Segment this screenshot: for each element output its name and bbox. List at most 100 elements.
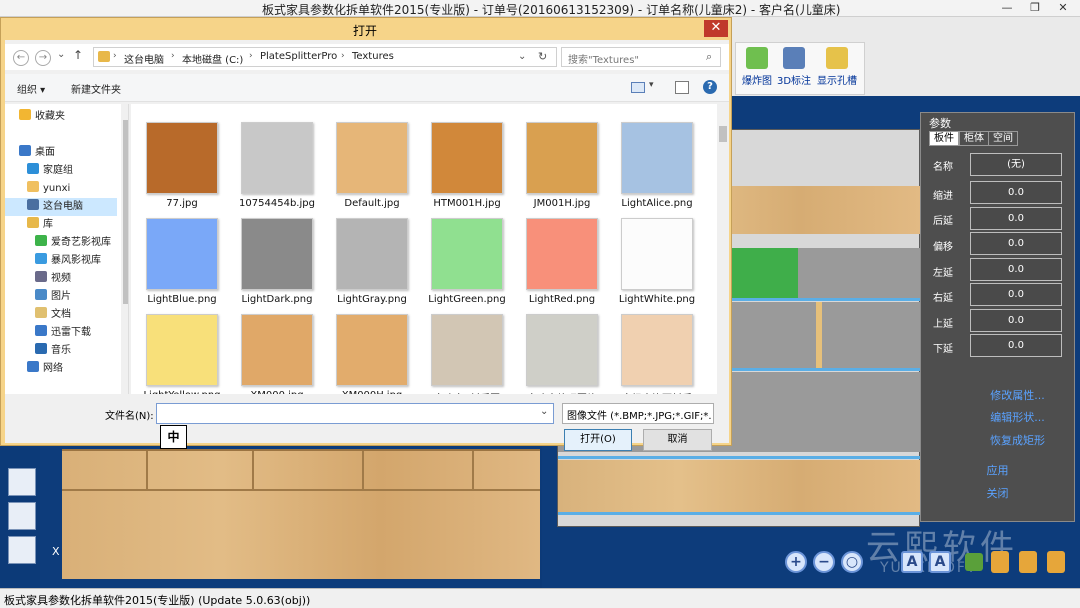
file-item[interactable]: JM001H.jpg <box>517 122 607 209</box>
param-field-left[interactable]: 0.0 <box>970 258 1062 281</box>
organize-button[interactable]: 组织 ▾ <box>17 81 45 96</box>
file-item[interactable]: LightGreen.png <box>422 218 512 305</box>
address-bar[interactable]: › 这台电脑 › 本地磁盘 (C:) › PlateSplitterPro › … <box>93 47 557 67</box>
explode-view-button[interactable]: 爆炸图 <box>740 47 774 87</box>
crumb-this-pc[interactable]: 这台电脑 <box>124 51 164 66</box>
file-item[interactable]: LightWhite.png <box>612 218 702 305</box>
show-holes-button[interactable]: 显示孔槽 <box>814 47 860 87</box>
file-item[interactable]: 77.jpg <box>137 122 227 209</box>
unlock-icon[interactable] <box>1047 551 1065 573</box>
nav-item-pictures[interactable]: 图片 <box>35 288 128 306</box>
nav-scroll-thumb[interactable] <box>123 120 128 304</box>
crumb-local-disk[interactable]: 本地磁盘 (C:) <box>182 51 243 66</box>
param-field-name[interactable]: (无) <box>970 153 1062 176</box>
modify-properties-link[interactable]: 修改属性... <box>941 387 1080 403</box>
file-item[interactable]: 白冰木纹理图片 <box>517 314 607 394</box>
add-panel-button[interactable] <box>8 468 36 496</box>
nav-item-desktop[interactable]: 桌面 <box>19 144 128 162</box>
file-scroll-thumb[interactable] <box>719 126 727 142</box>
file-item[interactable]: Default.jpg <box>327 122 417 209</box>
cancel-button[interactable]: 取消 <box>643 429 712 451</box>
refresh-icon[interactable]: ↻ <box>538 50 547 63</box>
furniture-front-view[interactable] <box>62 449 540 579</box>
nav-item-network[interactable]: 网络 <box>27 360 128 378</box>
close-link[interactable]: 关闭 <box>921 485 1074 501</box>
param-field-indent[interactable]: 0.0 <box>970 181 1062 204</box>
param-field-right[interactable]: 0.0 <box>970 283 1062 306</box>
file-item[interactable]: 白冰木S材质图 <box>422 314 512 394</box>
file-item[interactable]: LightBlue.png <box>137 218 227 305</box>
texture-thumbnail <box>621 218 693 290</box>
file-item[interactable]: LightGray.png <box>327 218 417 305</box>
param-field-top[interactable]: 0.0 <box>970 309 1062 332</box>
3d-annotate-button[interactable]: 3D标注 <box>776 47 812 87</box>
tab-cabinet[interactable]: 柜体 <box>959 131 989 146</box>
param-field-bottom[interactable]: 0.0 <box>970 334 1062 357</box>
ime-indicator[interactable]: 中 <box>160 425 187 449</box>
close-app-button[interactable]: ✕ <box>1050 0 1076 17</box>
nav-item-libraries[interactable]: 库 <box>27 216 128 234</box>
tree-icon[interactable] <box>965 553 983 571</box>
crumb-app-folder[interactable]: PlateSplitterPro <box>260 51 337 62</box>
up-icon[interactable]: ↑ <box>73 48 83 62</box>
lock-alt-icon[interactable] <box>1019 551 1037 573</box>
nav-label: 这台电脑 <box>43 201 83 212</box>
edit-shape-link[interactable]: 编辑形状... <box>941 409 1080 425</box>
nav-item-documents[interactable]: 文档 <box>35 306 128 324</box>
file-scrollbar[interactable] <box>717 104 729 394</box>
nav-item-user[interactable]: yunxi <box>27 180 128 198</box>
nav-item-homegroup[interactable]: 家庭组 <box>27 162 128 180</box>
forward-icon[interactable]: → <box>35 50 51 66</box>
new-folder-button[interactable]: 新建文件夹 <box>71 81 121 96</box>
file-item[interactable]: 10754454b.jpg <box>232 122 322 209</box>
param-field-back[interactable]: 0.0 <box>970 207 1062 230</box>
nav-item-favorites[interactable]: 收藏夹 <box>19 108 128 126</box>
lock-icon[interactable] <box>991 551 1009 573</box>
search-icon[interactable]: ⌕ <box>706 50 712 64</box>
search-box[interactable]: 搜索"Textures" ⌕ <box>561 47 721 67</box>
zoom-out-icon[interactable]: − <box>813 551 835 573</box>
view-options-icon[interactable] <box>631 82 645 93</box>
preview-pane-icon[interactable] <box>675 81 689 94</box>
crumb-textures[interactable]: Textures <box>352 51 394 62</box>
file-item[interactable]: XM000H.jpg <box>327 314 417 394</box>
edit-button[interactable] <box>8 536 36 564</box>
nav-item-iqiyi[interactable]: 爱奇艺影视库 <box>35 234 128 252</box>
refresh-button[interactable] <box>8 502 36 530</box>
font-smaller-icon[interactable]: A <box>929 551 951 573</box>
tab-space[interactable]: 空间 <box>988 131 1018 146</box>
file-item[interactable]: 白枫木饰面材质 <box>612 314 702 394</box>
help-icon[interactable]: ? <box>703 80 717 94</box>
address-dropdown-icon[interactable]: ⌄ <box>518 51 526 62</box>
tab-panel[interactable]: 板件 <box>929 131 959 146</box>
apply-link[interactable]: 应用 <box>921 462 1074 478</box>
history-chevron-icon[interactable]: ⌄ <box>57 49 65 60</box>
nav-item-videos[interactable]: 视频 <box>35 270 128 288</box>
param-field-offset[interactable]: 0.0 <box>970 232 1062 255</box>
font-larger-icon[interactable]: A <box>901 551 923 573</box>
file-type-filter[interactable]: 图像文件 (*.BMP;*.JPG;*.GIF;*. <box>562 403 714 424</box>
file-item[interactable]: LightRed.png <box>517 218 607 305</box>
maximize-button[interactable]: ❐ <box>1022 0 1048 17</box>
nav-item-this-pc[interactable]: 这台电脑 <box>5 198 117 216</box>
file-item[interactable]: LightAlice.png <box>612 122 702 209</box>
nav-item-music[interactable]: 音乐 <box>35 342 128 360</box>
file-item[interactable]: LightYellow.png <box>137 314 227 394</box>
zoom-in-icon[interactable]: + <box>785 551 807 573</box>
file-item[interactable]: HTM001H.jpg <box>422 122 512 209</box>
back-icon[interactable]: ← <box>13 50 29 66</box>
minimize-button[interactable]: — <box>994 0 1020 17</box>
file-item[interactable]: LightDark.png <box>232 218 322 305</box>
address-row: ← → ⌄ ↑ › 这台电脑 › 本地磁盘 (C:) › PlateSplitt… <box>5 44 729 70</box>
open-button[interactable]: 打开(O) <box>564 429 632 451</box>
zoom-fit-icon[interactable]: ○ <box>841 551 863 573</box>
file-name: JM001H.jpg <box>533 198 591 209</box>
dialog-close-button[interactable]: ✕ <box>704 20 728 37</box>
file-item[interactable]: XM000.jpg <box>232 314 322 394</box>
view-dropdown-icon[interactable]: ▾ <box>649 80 654 90</box>
filename-dropdown-icon[interactable]: ⌄ <box>540 406 548 417</box>
filename-input[interactable]: ⌄ <box>156 403 554 424</box>
nav-item-baofeng[interactable]: 暴风影视库 <box>35 252 128 270</box>
restore-rect-link[interactable]: 恢复成矩形 <box>941 432 1080 448</box>
nav-item-thunder[interactable]: 迅雷下载 <box>35 324 128 342</box>
